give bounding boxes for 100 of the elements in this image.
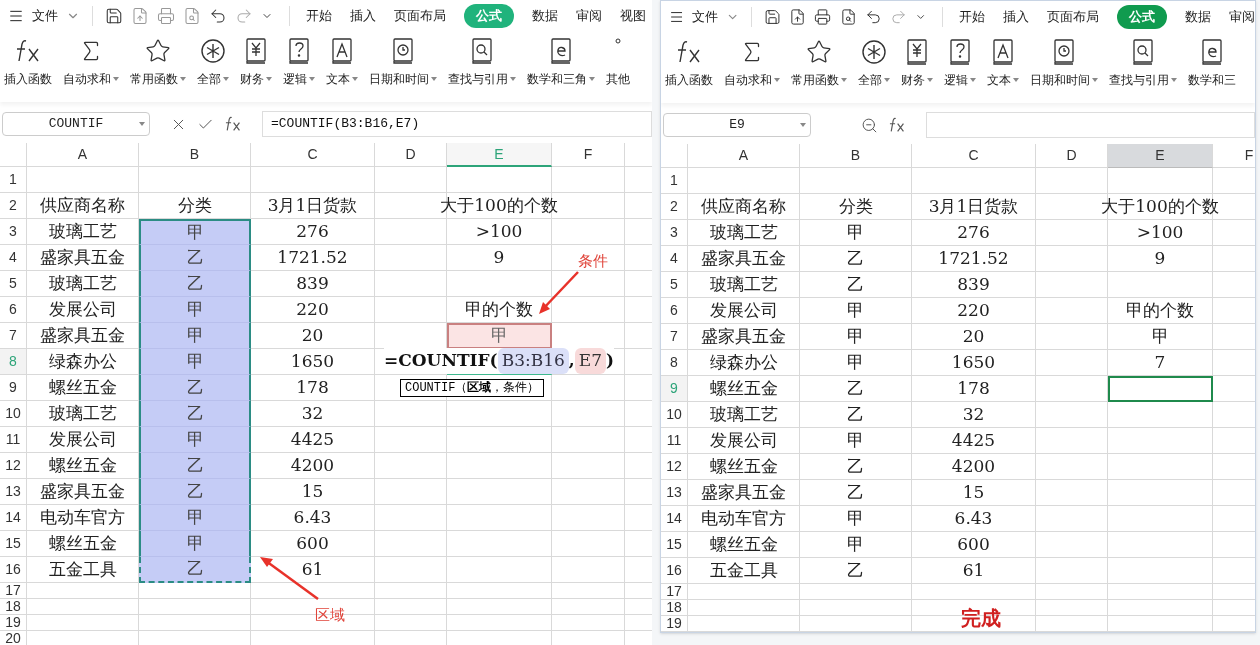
ribbon-tab[interactable]: 数据 bbox=[532, 6, 558, 26]
column-header[interactable]: B bbox=[139, 143, 251, 167]
name-box[interactable]: E9 bbox=[663, 113, 811, 137]
row-header[interactable]: 7 bbox=[661, 324, 688, 350]
ribbon-tab[interactable]: 插入 bbox=[1003, 7, 1029, 27]
menu-icon[interactable] bbox=[8, 8, 24, 24]
column-header[interactable]: C bbox=[251, 143, 375, 167]
row-header[interactable]: 20 bbox=[0, 631, 27, 645]
ribbon-button[interactable]: 插入函数 bbox=[4, 70, 52, 88]
row-header[interactable]: 4 bbox=[0, 245, 27, 271]
menu-icon[interactable] bbox=[669, 9, 685, 25]
row-header[interactable]: 18 bbox=[0, 599, 27, 615]
row-header[interactable]: 12 bbox=[0, 453, 27, 479]
ribbon-tab[interactable]: 视图 bbox=[620, 6, 646, 26]
row-header[interactable]: 10 bbox=[0, 401, 27, 427]
name-box[interactable]: COUNTIF bbox=[2, 112, 150, 136]
column-header[interactable]: C bbox=[912, 144, 1036, 168]
row-header[interactable]: 3 bbox=[0, 219, 27, 245]
row-header[interactable]: 17 bbox=[661, 584, 688, 600]
undo-icon[interactable] bbox=[864, 8, 882, 26]
corner-cell[interactable] bbox=[661, 144, 688, 168]
row-header[interactable]: 1 bbox=[661, 168, 688, 194]
ribbon-button[interactable]: 常用函数 bbox=[130, 70, 186, 88]
row-header[interactable]: 5 bbox=[661, 272, 688, 298]
active-cell[interactable] bbox=[1108, 376, 1213, 402]
ribbon-button[interactable]: 查找与引用 bbox=[1109, 71, 1177, 89]
row-header[interactable]: 19 bbox=[661, 616, 688, 632]
row-header[interactable]: 2 bbox=[661, 194, 688, 220]
row-header[interactable]: 13 bbox=[0, 479, 27, 505]
row-header[interactable]: 16 bbox=[0, 557, 27, 583]
ribbon-button[interactable]: 日期和时间 bbox=[1030, 71, 1098, 89]
save-icon[interactable] bbox=[105, 7, 123, 25]
row-header[interactable]: 15 bbox=[0, 531, 27, 557]
print-preview-icon[interactable] bbox=[183, 7, 201, 25]
ribbon-button[interactable]: 财务 bbox=[901, 71, 933, 89]
row-header[interactable]: 14 bbox=[661, 506, 688, 532]
row-header[interactable]: 6 bbox=[0, 297, 27, 323]
row-header[interactable]: 9 bbox=[0, 375, 27, 401]
ribbon-tab[interactable]: 插入 bbox=[350, 6, 376, 26]
function-icon[interactable] bbox=[224, 115, 242, 133]
corner-cell[interactable] bbox=[0, 143, 27, 167]
row-header[interactable]: 14 bbox=[0, 505, 27, 531]
ribbon-button[interactable]: 逻辑 bbox=[283, 70, 315, 88]
zoom-out-icon[interactable] bbox=[861, 116, 878, 134]
column-header[interactable]: A bbox=[688, 144, 800, 168]
file-menu[interactable]: 文件 bbox=[32, 6, 58, 26]
ribbon-button[interactable]: 自动求和 bbox=[63, 70, 119, 88]
row-header[interactable]: 11 bbox=[661, 428, 688, 454]
row-header[interactable]: 18 bbox=[661, 600, 688, 616]
row-header[interactable]: 15 bbox=[661, 532, 688, 558]
ribbon-button[interactable]: 文本 bbox=[326, 70, 358, 88]
ribbon-button[interactable]: 常用函数 bbox=[791, 71, 847, 89]
ribbon-button[interactable]: 财务 bbox=[240, 70, 272, 88]
row-header[interactable]: 11 bbox=[0, 427, 27, 453]
file-menu[interactable]: 文件 bbox=[692, 7, 719, 27]
undo-icon[interactable] bbox=[209, 7, 227, 25]
row-header[interactable]: 10 bbox=[661, 402, 688, 428]
row-header[interactable]: 12 bbox=[661, 454, 688, 480]
ribbon-button[interactable]: 数学和三 bbox=[1188, 71, 1236, 89]
ribbon-button[interactable]: 全部 bbox=[858, 71, 890, 89]
ribbon-tab[interactable]: 公式 bbox=[1117, 5, 1167, 29]
function-icon[interactable] bbox=[888, 116, 906, 134]
formula-in-cell[interactable]: =COUNTIF( B3:B16 , E7 ) bbox=[384, 348, 615, 374]
ribbon-button[interactable]: 逻辑 bbox=[944, 71, 976, 89]
ribbon-tab[interactable]: 数据 bbox=[1185, 7, 1211, 27]
ribbon-button[interactable]: 日期和时间 bbox=[369, 70, 437, 88]
ribbon-button[interactable]: 插入函数 bbox=[665, 71, 713, 89]
print-preview-icon[interactable] bbox=[839, 8, 857, 26]
row-header[interactable]: 16 bbox=[661, 558, 688, 584]
ribbon-button[interactable]: 数学和三角 bbox=[527, 70, 595, 88]
column-header[interactable]: E bbox=[1108, 144, 1213, 168]
row-header[interactable]: 19 bbox=[0, 615, 27, 631]
formula-input[interactable]: =COUNTIF(B3:B16,E7) bbox=[262, 111, 652, 137]
save-icon[interactable] bbox=[764, 8, 782, 26]
row-header[interactable]: 13 bbox=[661, 480, 688, 506]
export-icon[interactable] bbox=[789, 8, 807, 26]
column-header[interactable]: F bbox=[1213, 144, 1255, 168]
ribbon-button[interactable]: 其他 bbox=[606, 70, 630, 88]
row-header[interactable]: 17 bbox=[0, 583, 27, 599]
ribbon-tab[interactable]: 页面布局 bbox=[394, 6, 446, 26]
column-header[interactable]: A bbox=[27, 143, 139, 167]
ribbon-button[interactable]: 全部 bbox=[197, 70, 229, 88]
ribbon-tab[interactable]: 审阅 bbox=[576, 6, 602, 26]
ribbon-button[interactable]: 自动求和 bbox=[724, 71, 780, 89]
ribbon-tab[interactable]: 审阅 bbox=[1229, 7, 1255, 27]
row-header[interactable]: 2 bbox=[0, 193, 27, 219]
ribbon-tab[interactable]: 开始 bbox=[959, 7, 985, 27]
row-header[interactable]: 6 bbox=[661, 298, 688, 324]
ribbon-tab[interactable]: 开始 bbox=[306, 6, 332, 26]
ribbon-button[interactable]: 查找与引用 bbox=[448, 70, 516, 88]
formula-input[interactable] bbox=[926, 112, 1255, 138]
row-header[interactable]: 4 bbox=[661, 246, 688, 272]
row-header[interactable]: 5 bbox=[0, 271, 27, 297]
row-header[interactable]: 3 bbox=[661, 220, 688, 246]
column-header[interactable]: B bbox=[800, 144, 912, 168]
print-icon[interactable] bbox=[814, 8, 832, 26]
row-header[interactable]: 1 bbox=[0, 167, 27, 193]
export-icon[interactable] bbox=[131, 7, 149, 25]
ribbon-tab[interactable]: 页面布局 bbox=[1047, 7, 1099, 27]
column-header[interactable]: F bbox=[552, 143, 625, 167]
